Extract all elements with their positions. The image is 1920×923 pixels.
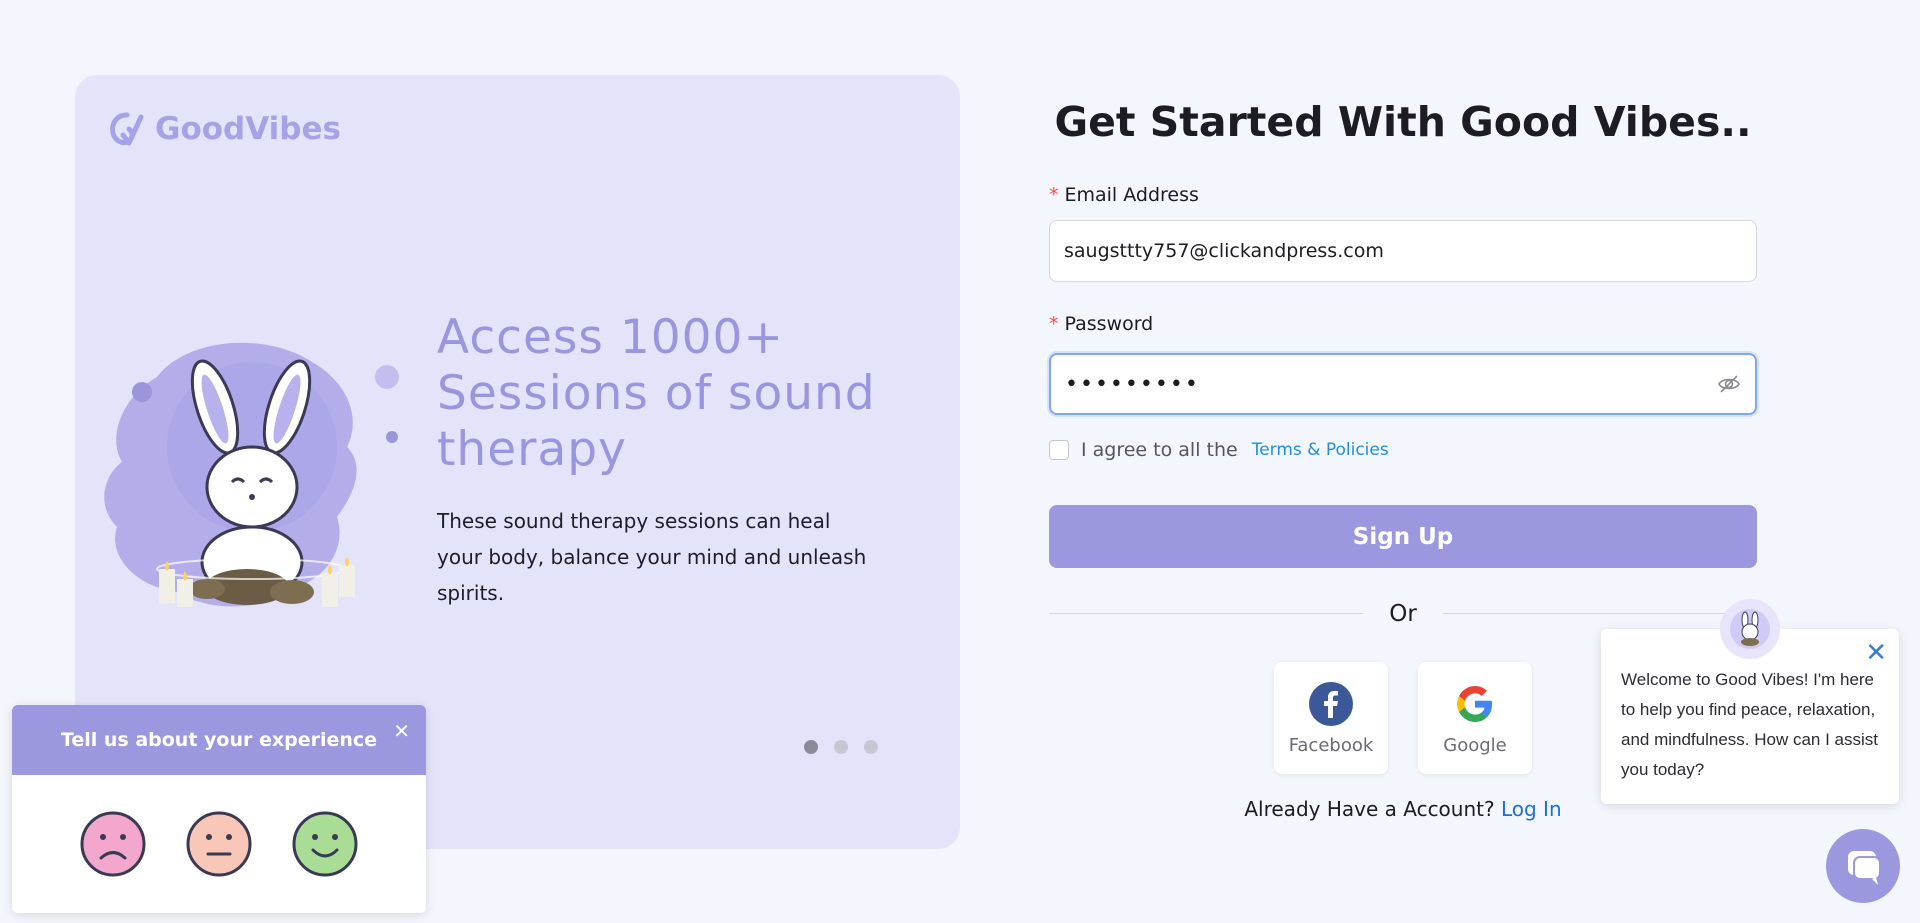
signup-button[interactable]: Sign Up bbox=[1049, 505, 1757, 568]
carousel-dot-3[interactable] bbox=[864, 740, 878, 754]
chat-avatar bbox=[1720, 599, 1780, 659]
sad-face-icon[interactable] bbox=[80, 811, 146, 877]
terms-checkbox[interactable] bbox=[1049, 440, 1069, 460]
facebook-icon bbox=[1309, 681, 1353, 726]
page-title: Get Started With Good Vibes.. bbox=[1054, 98, 1752, 146]
goodvibes-logo-icon bbox=[110, 112, 144, 146]
required-asterisk: * bbox=[1049, 184, 1059, 206]
happy-face-icon[interactable] bbox=[292, 811, 358, 877]
chat-message-text: Welcome to Good Vibes! I'm here to help … bbox=[1621, 670, 1879, 779]
or-divider-text: Or bbox=[1363, 596, 1443, 632]
feedback-title: Tell us about your experience bbox=[60, 729, 378, 751]
terms-agreement: I agree to all the Terms & Policies bbox=[1049, 439, 1389, 461]
close-icon[interactable]: ✕ bbox=[393, 719, 410, 743]
feedback-faces bbox=[12, 811, 426, 877]
chat-icon bbox=[1848, 851, 1881, 885]
brand-logo[interactable]: GoodVibes bbox=[105, 107, 341, 151]
feedback-header: Tell us about your experience ✕ bbox=[12, 705, 426, 775]
email-label: * Email Address bbox=[1049, 184, 1199, 206]
feedback-widget: Tell us about your experience ✕ bbox=[12, 705, 426, 913]
email-field[interactable]: saugsttty757@clickandpress.com bbox=[1049, 220, 1757, 282]
hero-title: Access 1000+ Sessions of sound therapy bbox=[437, 310, 876, 477]
google-signin-button[interactable]: Google bbox=[1418, 662, 1532, 774]
neutral-face-icon[interactable] bbox=[186, 811, 252, 877]
carousel-dots bbox=[804, 740, 878, 754]
bunny-meditation-illustration bbox=[104, 342, 399, 607]
chat-close-icon[interactable]: ✕ bbox=[1865, 637, 1887, 667]
password-label: * Password bbox=[1049, 313, 1154, 335]
google-icon bbox=[1457, 685, 1492, 722]
brand-name: GoodVibes bbox=[155, 111, 341, 147]
chat-launcher-button[interactable] bbox=[1826, 829, 1900, 903]
agree-text: I agree to all the bbox=[1081, 439, 1238, 461]
terms-link[interactable]: Terms & Policies bbox=[1252, 440, 1389, 460]
login-link[interactable]: Log In bbox=[1501, 797, 1562, 821]
carousel-dot-1[interactable] bbox=[804, 740, 818, 754]
password-value: ••••••••• bbox=[1065, 371, 1200, 397]
bunny-avatar-icon bbox=[1730, 609, 1770, 649]
google-label: Google bbox=[1443, 734, 1507, 756]
password-field[interactable]: ••••••••• bbox=[1049, 353, 1757, 415]
facebook-label: Facebook bbox=[1288, 734, 1374, 756]
hero-description: These sound therapy sessions can heal yo… bbox=[437, 509, 867, 605]
email-value: saugsttty757@clickandpress.com bbox=[1064, 240, 1384, 262]
eye-slash-icon[interactable] bbox=[1717, 372, 1741, 396]
carousel-dot-2[interactable] bbox=[834, 740, 848, 754]
required-asterisk: * bbox=[1049, 313, 1059, 335]
facebook-signin-button[interactable]: Facebook bbox=[1274, 662, 1388, 774]
login-prompt-text: Already Have a Account? bbox=[1244, 797, 1495, 821]
